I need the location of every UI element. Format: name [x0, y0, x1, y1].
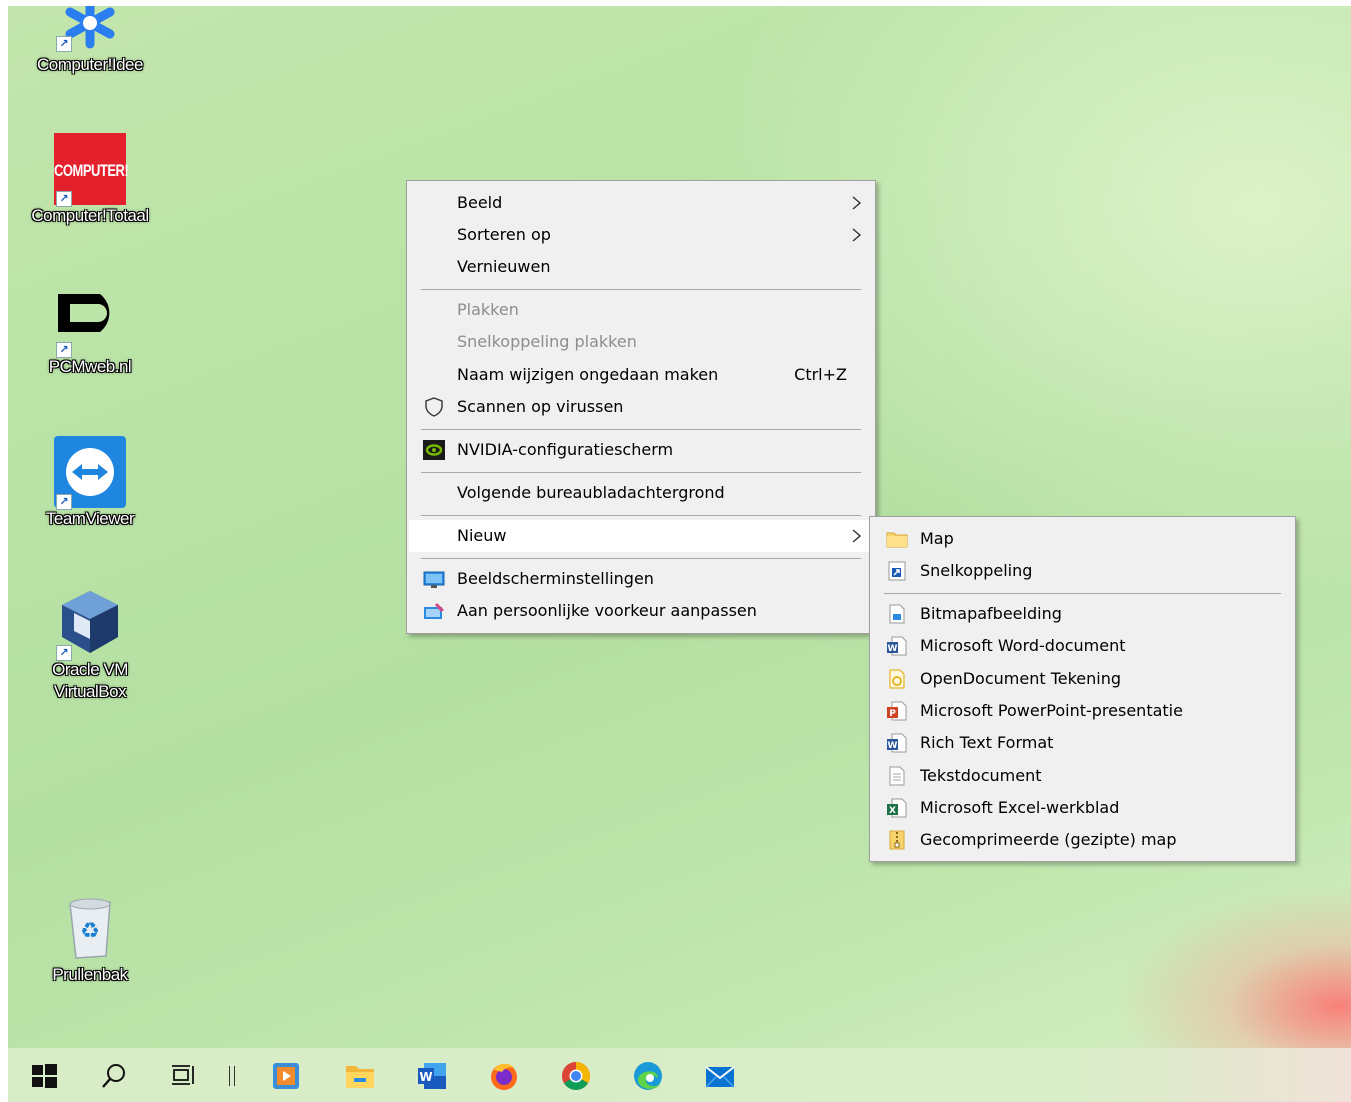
menu-item-vernieuwen[interactable]: Vernieuwen	[409, 251, 873, 283]
odg-file-icon	[889, 669, 905, 689]
excel-file-icon: X	[887, 798, 907, 818]
shortcut-arrow-icon: ↗	[56, 191, 72, 207]
menu-item-naam-wijzigen-ongedaan[interactable]: Naam wijzigen ongedaan maken Ctrl+Z	[409, 359, 873, 391]
desktop-icon-label: Computer!Totaal	[31, 206, 149, 225]
submenu-item-tekstdocument[interactable]: Tekstdocument	[872, 760, 1293, 792]
nvidia-icon	[423, 440, 445, 460]
desktop-icon-pcmweb[interactable]: ↗ PCMweb.nl	[30, 284, 150, 378]
desktop-icon-label: PCMweb.nl	[48, 357, 132, 376]
menu-item-volgende-achtergrond[interactable]: Volgende bureaubladachtergrond	[409, 477, 873, 509]
zip-folder-icon	[889, 830, 905, 850]
desktop[interactable]: ↗ Computer!Idee COMPUTER! ↗ Computer!Tot…	[8, 6, 1351, 1048]
svg-text:W: W	[419, 1070, 432, 1084]
menu-item-nieuw[interactable]: Nieuw	[409, 520, 873, 552]
logo-text: COMPUTER!	[54, 160, 129, 181]
submenu-item-opendocument-tekening[interactable]: OpenDocument Tekening	[872, 663, 1293, 695]
recycle-bin-icon: ♻	[54, 892, 126, 964]
shield-icon	[425, 397, 443, 417]
menu-item-nvidia[interactable]: NVIDIA-configuratiescherm	[409, 434, 873, 466]
firefox-icon[interactable]	[488, 1060, 520, 1092]
shortcut-arrow-icon: ↗	[56, 645, 72, 661]
taskbar: W	[8, 1048, 1351, 1102]
chrome-icon[interactable]	[560, 1060, 592, 1092]
submenu-item-snelkoppeling[interactable]: Snelkoppeling	[872, 555, 1293, 587]
word-doc-icon: W	[887, 636, 907, 656]
svg-text:W: W	[888, 741, 898, 751]
submenu-item-bitmap[interactable]: Bitmapafbeelding	[872, 598, 1293, 630]
display-settings-icon	[423, 571, 445, 588]
desktop-icon-label: TeamViewer	[45, 509, 135, 528]
snowflake-logo-icon: ↗	[54, 6, 126, 72]
menu-item-sorteren-op[interactable]: Sorteren op	[409, 219, 873, 251]
computer-totaal-logo-icon: COMPUTER! ↗	[54, 133, 129, 207]
menu-item-beeldscherminstellingen[interactable]: Beeldscherminstellingen	[409, 563, 873, 595]
menu-item-scannen-op-virussen[interactable]: Scannen op virussen	[409, 391, 873, 423]
edge-icon[interactable]	[632, 1060, 664, 1092]
menu-separator	[421, 515, 861, 516]
rtf-file-icon: W	[887, 733, 907, 753]
svg-text:X: X	[889, 806, 896, 816]
desktop-icon-computer-totaal[interactable]: COMPUTER! ↗ Computer!Totaal	[30, 133, 150, 227]
menu-item-plakken: Plakken	[457, 300, 519, 319]
desktop-icon-label: Oracle VM VirtualBox	[52, 660, 128, 701]
menu-item-beeld[interactable]: Beeld	[409, 187, 873, 219]
search-icon[interactable]	[98, 1060, 130, 1092]
desktop-context-menu: Beeld Sorteren op Vernieuwen Plakken Sne…	[406, 180, 876, 634]
submenu-separator	[884, 593, 1281, 594]
submenu-item-map[interactable]: Map	[872, 523, 1293, 555]
desktop-icon-teamviewer[interactable]: ↗ TeamViewer	[30, 436, 150, 530]
menu-item-snelkoppeling-plakken: Snelkoppeling plakken	[457, 332, 637, 351]
desktop-icon-label: Prullenbak	[52, 965, 128, 984]
svg-text:P: P	[889, 709, 896, 719]
virtualbox-icon: ↗	[54, 587, 126, 661]
submenu-item-rtf[interactable]: W Rich Text Format	[872, 727, 1293, 759]
bitmap-file-icon	[889, 604, 905, 624]
media-player-icon[interactable]	[270, 1060, 302, 1092]
submenu-item-powerpoint[interactable]: P Microsoft PowerPoint-presentatie	[872, 695, 1293, 727]
menu-separator	[421, 429, 861, 430]
submenu-item-word[interactable]: W Microsoft Word-document	[872, 630, 1293, 662]
submenu-item-zip-map[interactable]: Gecomprimeerde (gezipte) map	[872, 824, 1293, 856]
file-explorer-icon[interactable]	[344, 1060, 376, 1092]
pcmweb-logo-icon: ↗	[54, 284, 126, 358]
taskbar-divider	[229, 1066, 235, 1086]
desktop-icon-virtualbox[interactable]: ↗ Oracle VM VirtualBox	[30, 587, 150, 703]
shortcut-icon	[888, 561, 906, 581]
menu-separator	[421, 558, 861, 559]
desktop-icon-computer-idee[interactable]: ↗ Computer!Idee	[30, 6, 150, 76]
submenu-item-excel[interactable]: X Microsoft Excel-werkblad	[872, 792, 1293, 824]
teamviewer-icon: ↗	[54, 436, 126, 510]
mail-icon[interactable]	[704, 1060, 736, 1092]
personalize-icon	[424, 603, 444, 619]
chevron-right-icon	[852, 196, 862, 210]
text-file-icon	[889, 766, 905, 786]
folder-icon	[886, 532, 908, 548]
svg-text:♻: ♻	[80, 919, 100, 944]
svg-text:W: W	[888, 644, 898, 654]
shortcut-arrow-icon: ↗	[56, 36, 72, 52]
chevron-right-icon	[852, 228, 862, 242]
start-icon[interactable]	[28, 1060, 60, 1092]
desktop-icon-recycle-bin[interactable]: ♻ Prullenbak	[30, 892, 150, 986]
chevron-right-icon	[852, 529, 862, 543]
menu-separator	[421, 472, 861, 473]
new-submenu: Map Snelkoppeling Bitmapafbeelding W Mic…	[869, 516, 1296, 862]
menu-separator	[421, 289, 861, 290]
powerpoint-file-icon: P	[887, 701, 907, 721]
task-view-icon[interactable]	[168, 1060, 200, 1092]
shortcut-arrow-icon: ↗	[56, 494, 72, 510]
word-icon[interactable]: W	[416, 1060, 448, 1092]
menu-item-persoonlijke-voorkeur[interactable]: Aan persoonlijke voorkeur aanpassen	[409, 595, 873, 627]
shortcut-label: Ctrl+Z	[794, 365, 847, 384]
shortcut-arrow-icon: ↗	[56, 342, 72, 358]
